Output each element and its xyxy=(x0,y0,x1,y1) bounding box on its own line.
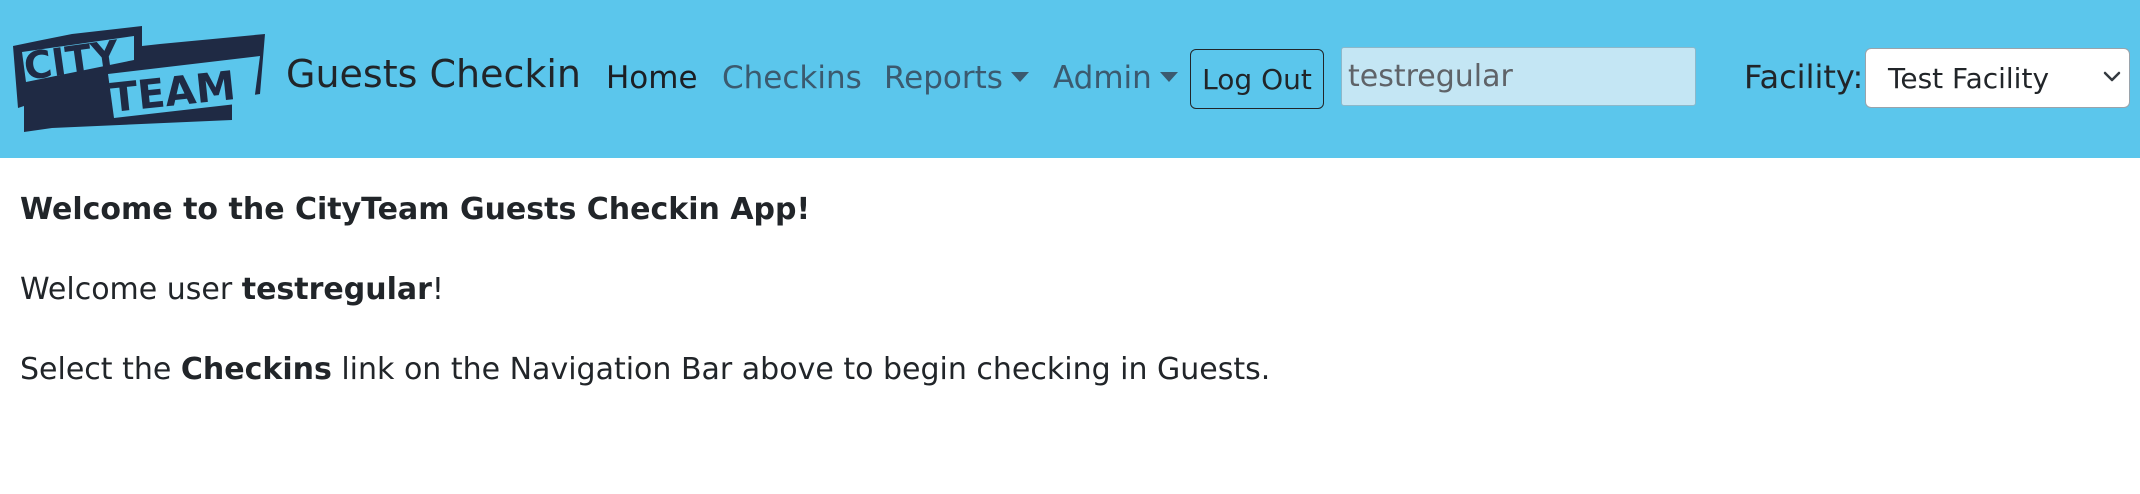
nav-checkins-link[interactable]: Checkins xyxy=(722,60,862,96)
nav-admin-dropdown[interactable]: Admin xyxy=(1053,60,1178,96)
caret-down-icon xyxy=(1010,71,1029,82)
facility-selected-value: Test Facility xyxy=(1888,62,2050,95)
nav-reports-dropdown[interactable]: Reports xyxy=(884,60,1029,96)
nav-home-link[interactable]: Home xyxy=(606,60,698,96)
chevron-down-icon xyxy=(2103,71,2121,82)
cityteam-logo[interactable]: CITY TEAM xyxy=(10,24,268,134)
facility-label: Facility: xyxy=(1744,58,1864,96)
nav-admin-label: Admin xyxy=(1053,60,1152,96)
instructions-suffix: link on the Navigation Bar above to begi… xyxy=(331,352,1271,387)
welcome-user-prefix: Welcome user xyxy=(20,272,242,307)
facility-select[interactable]: Test Facility xyxy=(1865,48,2130,108)
main-content: Welcome to the CityTeam Guests Checkin A… xyxy=(20,192,1270,432)
instructions-checkins-word: Checkins xyxy=(180,352,332,387)
welcome-user-line: Welcome user testregular! xyxy=(20,272,1270,308)
app-title[interactable]: Guests Checkin xyxy=(286,52,581,96)
welcome-username: testregular xyxy=(241,272,432,307)
navbar: CITY TEAM Guests Checkin Home Checkins R… xyxy=(0,0,2140,158)
caret-down-icon xyxy=(1159,71,1178,82)
welcome-user-suffix: ! xyxy=(431,272,444,307)
logout-button[interactable]: Log Out xyxy=(1190,49,1324,109)
nav-reports-label: Reports xyxy=(884,60,1003,96)
username-field[interactable] xyxy=(1341,47,1696,106)
welcome-heading: Welcome to the CityTeam Guests Checkin A… xyxy=(20,192,811,227)
instructions-line: Select the Checkins link on the Navigati… xyxy=(20,352,1270,388)
instructions-prefix: Select the xyxy=(20,352,181,387)
